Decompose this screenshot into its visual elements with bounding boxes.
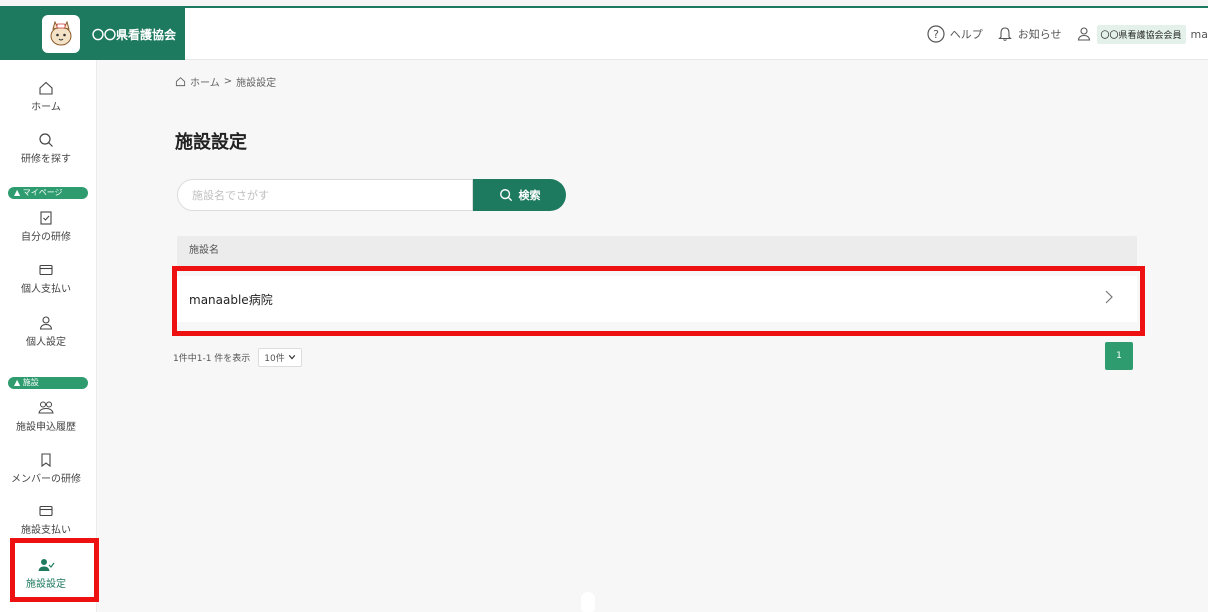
sidebar-item-label: 研修を探す xyxy=(21,154,71,165)
sidebar-item-label: ホーム xyxy=(31,102,61,113)
result-count: 1件中1-1 件を表示 xyxy=(173,354,251,364)
per-page-value: 10件 xyxy=(264,354,285,364)
search-icon xyxy=(39,133,53,147)
sidebar-item-label: 自分の研修 xyxy=(21,232,71,243)
breadcrumb-home[interactable]: ホーム xyxy=(190,74,220,89)
home-icon xyxy=(39,81,53,95)
sidebar-item-search[interactable]: 研修を探す xyxy=(0,132,92,165)
help-icon: ? xyxy=(927,25,945,43)
app-root: 〇〇県看護協会 ? ヘルプ お知らせ 〇〇県看護協会会員 ma ホーム 研修を探… xyxy=(0,0,1208,612)
search-input[interactable] xyxy=(177,179,473,211)
chevron-down-icon xyxy=(288,355,295,360)
user-icon xyxy=(39,316,53,330)
table-row[interactable]: manaable病院 xyxy=(177,276,1137,322)
user-icon xyxy=(1077,27,1090,41)
member-badge: 〇〇県看護協会会員 xyxy=(1096,24,1186,44)
notifications-label: お知らせ xyxy=(1017,28,1062,41)
sidebar-item-facility-settings[interactable]: 施設設定 xyxy=(0,557,92,590)
mascot-logo-icon xyxy=(42,15,80,53)
bell-icon xyxy=(997,27,1012,41)
topbar: 〇〇県看護協会 ? ヘルプ お知らせ 〇〇県看護協会会員 ma xyxy=(0,8,1208,60)
sidebar: ホーム 研修を探す ▲ マイページ 自分の研修 個人支払い 個人設定 ▲ 施設 … xyxy=(0,60,97,612)
pagination-summary: 1件中1-1 件を表示 10件 xyxy=(173,348,302,367)
sidebar-item-my-training[interactable]: 自分の研修 xyxy=(0,210,92,243)
breadcrumb-separator: > xyxy=(223,76,233,87)
sidebar-item-personal-payment[interactable]: 個人支払い xyxy=(0,262,92,295)
checklist-icon xyxy=(40,211,52,225)
sidebar-item-facility-payment[interactable]: 施設支払い xyxy=(0,503,92,536)
breadcrumb-current: 施設設定 xyxy=(236,78,277,89)
home-icon xyxy=(175,77,186,87)
sidebar-item-label: 施設支払い xyxy=(21,525,71,536)
username: ma xyxy=(1190,27,1208,41)
svg-text:?: ? xyxy=(933,28,939,41)
sidebar-item-label: メンバーの研修 xyxy=(11,474,81,485)
group-icon xyxy=(38,401,54,414)
search-button-label: 検索 xyxy=(518,189,541,202)
search-icon xyxy=(499,189,512,202)
table-header: 施設名 xyxy=(177,236,1137,266)
sidebar-item-member-training[interactable]: メンバーの研修 xyxy=(0,452,92,485)
facility-name: manaable病院 xyxy=(189,292,273,307)
facility-table: 施設名 manaable病院 xyxy=(177,236,1137,322)
top-actions: ? ヘルプ お知らせ 〇〇県看護協会会員 ma xyxy=(927,8,1208,60)
main-content: ホーム > 施設設定 施設設定 検索 施設名 manaable病院 xyxy=(97,60,1208,612)
page-button-current[interactable]: 1 xyxy=(1105,342,1133,370)
notifications-link[interactable]: お知らせ xyxy=(997,26,1062,42)
breadcrumb: ホーム > 施設設定 xyxy=(175,74,276,89)
sidebar-item-personal-settings[interactable]: 個人設定 xyxy=(0,315,92,348)
bookmark-icon xyxy=(41,453,51,468)
user-check-icon xyxy=(38,559,55,571)
sidebar-item-label: 施設設定 xyxy=(26,579,66,590)
user-menu[interactable]: 〇〇県看護協会会員 ma xyxy=(1076,24,1208,44)
chevron-right-icon xyxy=(1103,289,1115,309)
facility-section-pill[interactable]: ▲ 施設 xyxy=(8,377,88,389)
org-name: 〇〇県看護協会 xyxy=(92,27,177,42)
help-link[interactable]: ? ヘルプ xyxy=(927,25,983,43)
help-label: ヘルプ xyxy=(949,28,983,41)
sidebar-item-label: 施設申込履歴 xyxy=(16,422,76,433)
decorative-blob xyxy=(581,592,595,612)
search-button[interactable]: 検索 xyxy=(473,179,566,211)
per-page-select[interactable]: 10件 xyxy=(258,348,302,367)
card-icon xyxy=(39,505,53,517)
card-icon xyxy=(39,264,53,276)
page-title: 施設設定 xyxy=(175,132,247,153)
sidebar-item-label: 個人支払い xyxy=(21,284,71,295)
brand[interactable]: 〇〇県看護協会 xyxy=(0,8,185,60)
section-label: 施設 xyxy=(22,378,39,387)
sidebar-item-home[interactable]: ホーム xyxy=(0,80,92,113)
section-label: マイページ xyxy=(22,188,63,197)
search-bar: 検索 xyxy=(177,179,566,211)
sidebar-item-facility-history[interactable]: 施設申込履歴 xyxy=(0,400,92,433)
column-header-facility-name: 施設名 xyxy=(189,245,219,256)
mypage-section-pill[interactable]: ▲ マイページ xyxy=(8,187,88,199)
sidebar-item-label: 個人設定 xyxy=(26,337,66,348)
